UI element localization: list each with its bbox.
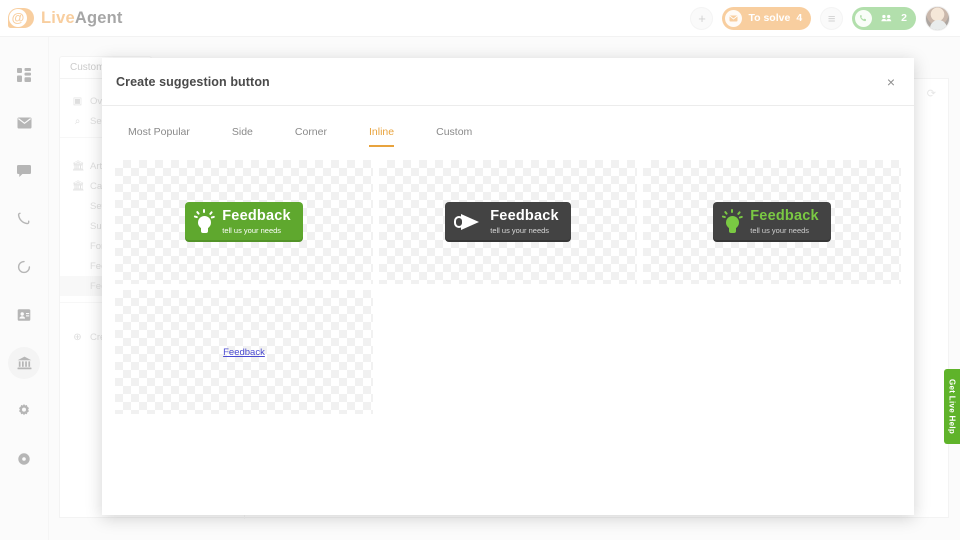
feedback-button-green-bulb[interactable]: Feedback tell us your needs xyxy=(185,201,303,243)
option-cell[interactable]: Feedback xyxy=(115,290,373,414)
feedback-subtitle: tell us your needs xyxy=(750,226,810,236)
get-live-help-label: Get Live Help xyxy=(947,378,957,435)
app-root: @ LiveAgent + To solve 4 ≡ xyxy=(0,0,960,540)
modal-header: Create suggestion button × xyxy=(102,58,914,106)
lightbulb-icon xyxy=(721,209,744,235)
feedback-button-text: Feedback tell us your needs xyxy=(750,207,819,236)
feedback-subtitle: tell us your needs xyxy=(222,226,282,236)
feedback-button-dark-megaphone[interactable]: Feedback tell us your needs xyxy=(445,201,571,243)
lightbulb-icon xyxy=(193,209,216,235)
create-suggestion-button-modal: Create suggestion button × Most Popular … xyxy=(102,58,914,515)
tab-corner[interactable]: Corner xyxy=(295,120,327,147)
feedback-button-text: Feedback tell us your needs xyxy=(490,207,559,236)
option-cell[interactable]: Feedback tell us your needs xyxy=(115,160,373,284)
get-live-help-tab[interactable]: Get Live Help xyxy=(944,369,960,444)
tab-inline[interactable]: Inline xyxy=(369,120,395,147)
modal-tabs: Most Popular Side Corner Inline Custom xyxy=(102,106,914,147)
suggestion-button-options-grid: Feedback tell us your needs Feedback tel… xyxy=(115,160,901,414)
tab-custom[interactable]: Custom xyxy=(436,120,472,147)
feedback-title: Feedback xyxy=(490,207,559,224)
close-icon[interactable]: × xyxy=(882,73,900,91)
megaphone-icon xyxy=(454,211,482,233)
page-title: Create suggestion button xyxy=(116,74,270,89)
feedback-button-text: Feedback tell us your needs xyxy=(222,207,291,236)
feedback-button-dark-green-bulb[interactable]: Feedback tell us your needs xyxy=(713,201,831,243)
feedback-subtitle: tell us your needs xyxy=(490,226,550,236)
option-cell[interactable]: Feedback tell us your needs xyxy=(643,160,901,284)
tab-side[interactable]: Side xyxy=(232,120,253,147)
option-cell[interactable]: Feedback tell us your needs xyxy=(379,160,637,284)
tab-most-popular[interactable]: Most Popular xyxy=(128,120,190,147)
feedback-plain-link[interactable]: Feedback xyxy=(223,347,265,358)
feedback-title: Feedback xyxy=(222,207,291,224)
feedback-title: Feedback xyxy=(750,207,819,224)
